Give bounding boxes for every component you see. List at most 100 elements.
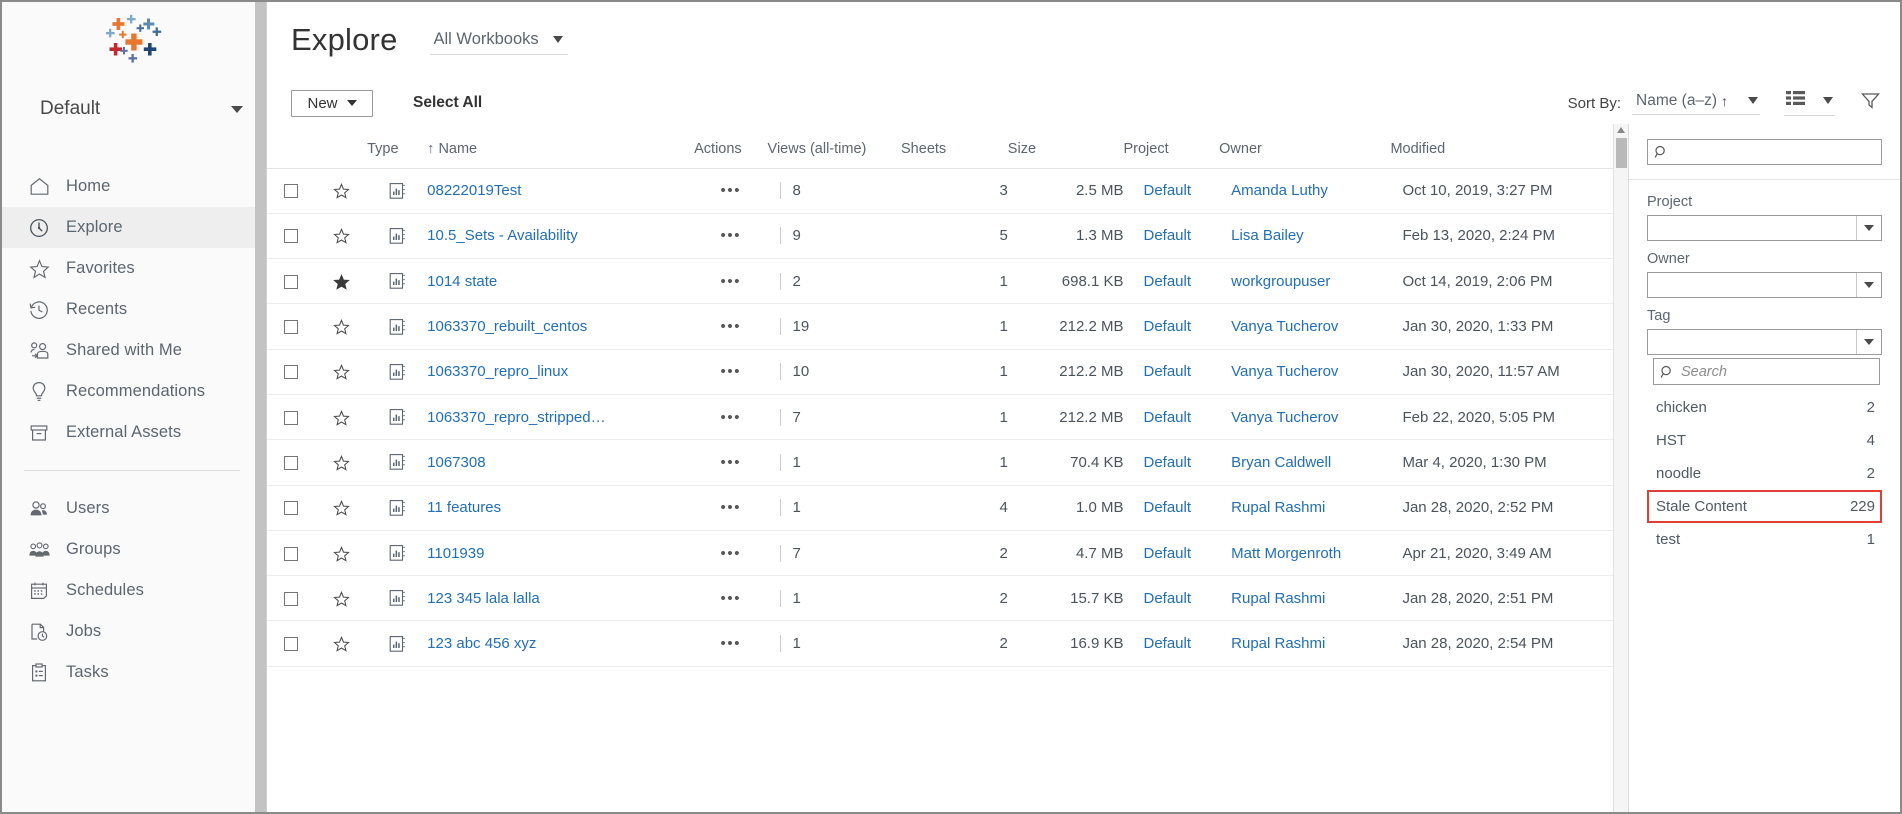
workbook-name-link[interactable]: 1063370_repro_stripped… <box>427 409 605 426</box>
workbook-name-link[interactable]: 123 abc 456 xyz <box>427 635 536 652</box>
row-actions-menu-icon[interactable]: ••• <box>721 409 742 426</box>
row-actions-menu-icon[interactable]: ••• <box>721 454 742 471</box>
sidebar-item-groups[interactable]: Groups <box>2 529 265 570</box>
sidebar-item-external-assets[interactable]: External Assets <box>2 412 265 453</box>
star-outline-icon[interactable] <box>333 228 350 245</box>
sidebar-item-tasks[interactable]: Tasks <box>2 652 265 693</box>
row-actions-menu-icon[interactable]: ••• <box>721 635 742 652</box>
table-row[interactable]: 123 abc 456 xyz ••• 1 2 16.9 KB Default Rupal … <box>267 620 1613 667</box>
sidebar-item-jobs[interactable]: Jobs <box>2 611 265 652</box>
row-checkbox[interactable] <box>284 229 299 244</box>
tag-option[interactable]: noodle 2 <box>1647 457 1882 490</box>
header-views[interactable]: Views (all-time) <box>768 124 901 168</box>
row-checkbox[interactable] <box>284 410 299 425</box>
star-outline-icon[interactable] <box>333 319 350 335</box>
table-row[interactable]: 123 345 lala lalla ••• 1 2 15.7 KB Default Rup… <box>267 575 1613 622</box>
owner-link[interactable]: Rupal Rashmi <box>1231 590 1325 607</box>
table-row[interactable]: 1067308 ••• 1 1 70.4 KB Default Bryan Caldwell… <box>267 439 1613 486</box>
tag-search-box[interactable] <box>1653 358 1880 385</box>
header-type[interactable]: Type <box>367 124 427 168</box>
row-checkbox[interactable] <box>284 546 299 561</box>
workbook-name-link[interactable]: 1101939 <box>427 545 484 562</box>
project-link[interactable]: Default <box>1143 499 1191 516</box>
project-link[interactable]: Default <box>1143 590 1191 607</box>
header-name[interactable]: ↑ Name <box>427 124 694 168</box>
table-row[interactable]: 1014 state ••• 2 1 698.1 KB Default workgroupu… <box>267 258 1613 305</box>
sidebar-item-recommendations[interactable]: Recommendations <box>2 371 265 412</box>
workbook-name-link[interactable]: 1063370_repro_linux <box>427 363 568 380</box>
new-button[interactable]: New <box>291 89 373 117</box>
tag-option[interactable]: HST 4 <box>1647 424 1882 457</box>
table-row[interactable]: 1063370_repro_linux ••• 10 1 212.2 MB Default… <box>267 349 1613 395</box>
project-link[interactable]: Default <box>1143 545 1191 562</box>
workbook-name-link[interactable]: 1014 state <box>427 273 497 290</box>
chevron-down-icon[interactable] <box>1856 273 1881 297</box>
owner-link[interactable]: workgroupuser <box>1231 273 1330 290</box>
workbook-name-link[interactable]: 11 features <box>427 499 501 516</box>
star-outline-icon[interactable] <box>333 545 350 562</box>
row-actions-menu-icon[interactable]: ••• <box>721 499 742 516</box>
owner-link[interactable]: Vanya Tucherov <box>1231 363 1338 380</box>
row-checkbox[interactable] <box>284 501 299 516</box>
scrollbar-thumb[interactable] <box>1616 138 1627 168</box>
table-row[interactable]: 1063370_repro_stripped… ••• 7 1 212.2 MB Defa… <box>267 394 1613 441</box>
project-link[interactable]: Default <box>1143 318 1191 335</box>
view-layout-dropdown[interactable] <box>1784 90 1835 116</box>
scroll-up-arrow-icon[interactable] <box>1617 127 1625 133</box>
header-project[interactable]: Project <box>1123 124 1219 168</box>
row-checkbox[interactable] <box>284 591 299 606</box>
row-checkbox[interactable] <box>284 637 299 652</box>
star-outline-icon[interactable] <box>333 364 350 381</box>
star-outline-icon[interactable] <box>333 590 350 607</box>
workbook-name-link[interactable]: 123 345 lala lalla <box>427 590 540 607</box>
workbook-name-link[interactable]: 10.5_Sets - Availability <box>427 227 578 244</box>
owner-filter-dropdown[interactable] <box>1647 272 1882 298</box>
project-filter-dropdown[interactable] <box>1647 215 1882 241</box>
tag-option[interactable]: chicken 2 <box>1647 391 1882 424</box>
row-actions-menu-icon[interactable]: ••• <box>721 227 742 244</box>
owner-link[interactable]: Rupal Rashmi <box>1231 635 1325 652</box>
project-link[interactable]: Default <box>1143 363 1191 380</box>
owner-link[interactable]: Amanda Luthy <box>1231 182 1328 199</box>
tag-option[interactable]: test 1 <box>1647 523 1882 556</box>
star-outline-icon[interactable] <box>333 636 350 652</box>
star-filled-icon[interactable] <box>333 273 350 290</box>
sidebar-item-explore[interactable]: Explore <box>2 207 265 248</box>
row-checkbox[interactable] <box>284 274 299 289</box>
project-link[interactable]: Default <box>1143 182 1191 199</box>
table-row[interactable]: 11 features ••• 1 4 1.0 MB Default Rupal Rashm… <box>267 485 1613 531</box>
table-row[interactable]: 1101939 ••• 7 2 4.7 MB Default Matt Morgenroth… <box>267 530 1613 577</box>
header-size[interactable]: Size <box>1008 124 1124 168</box>
table-row[interactable]: 1063370_rebuilt_centos ••• 19 1 212.2 MB Defa… <box>267 303 1613 350</box>
site-selector[interactable]: Default <box>2 80 265 138</box>
tag-option[interactable]: Stale Content 229 <box>1647 490 1882 523</box>
workbook-name-link[interactable]: 1063370_rebuilt_centos <box>427 318 587 335</box>
header-modified[interactable]: Modified <box>1390 124 1613 168</box>
filter-toggle-button[interactable] <box>1860 92 1881 114</box>
project-link[interactable]: Default <box>1143 273 1191 290</box>
owner-link[interactable]: Lisa Bailey <box>1231 227 1304 244</box>
row-checkbox[interactable] <box>284 320 299 335</box>
header-owner[interactable]: Owner <box>1219 124 1390 168</box>
filter-search-input[interactable] <box>1674 144 1875 160</box>
sidebar-item-shared-with-me[interactable]: Shared with Me <box>2 330 265 371</box>
owner-link[interactable]: Matt Morgenroth <box>1231 545 1341 562</box>
project-link[interactable]: Default <box>1143 227 1191 244</box>
select-all-button[interactable]: Select All <box>413 94 482 112</box>
star-outline-icon[interactable] <box>333 183 350 199</box>
row-actions-menu-icon[interactable]: ••• <box>721 273 742 290</box>
project-link[interactable]: Default <box>1143 409 1191 426</box>
content-vertical-scrollbar[interactable] <box>1613 124 1628 812</box>
sidebar-item-recents[interactable]: Recents <box>2 289 265 330</box>
workbook-name-link[interactable]: 08222019Test <box>427 182 521 199</box>
sidebar-item-users[interactable]: Users <box>2 488 265 529</box>
star-outline-icon[interactable] <box>333 500 350 517</box>
star-outline-icon[interactable] <box>333 454 350 471</box>
workbook-name-link[interactable]: 1067308 <box>427 454 485 471</box>
sort-dropdown[interactable]: Name (a–z) ↑ <box>1632 92 1760 115</box>
row-checkbox[interactable] <box>284 184 299 199</box>
row-checkbox[interactable] <box>284 365 299 380</box>
row-actions-menu-icon[interactable]: ••• <box>721 545 742 562</box>
owner-link[interactable]: Rupal Rashmi <box>1231 499 1325 516</box>
chevron-down-icon[interactable] <box>1856 330 1881 354</box>
